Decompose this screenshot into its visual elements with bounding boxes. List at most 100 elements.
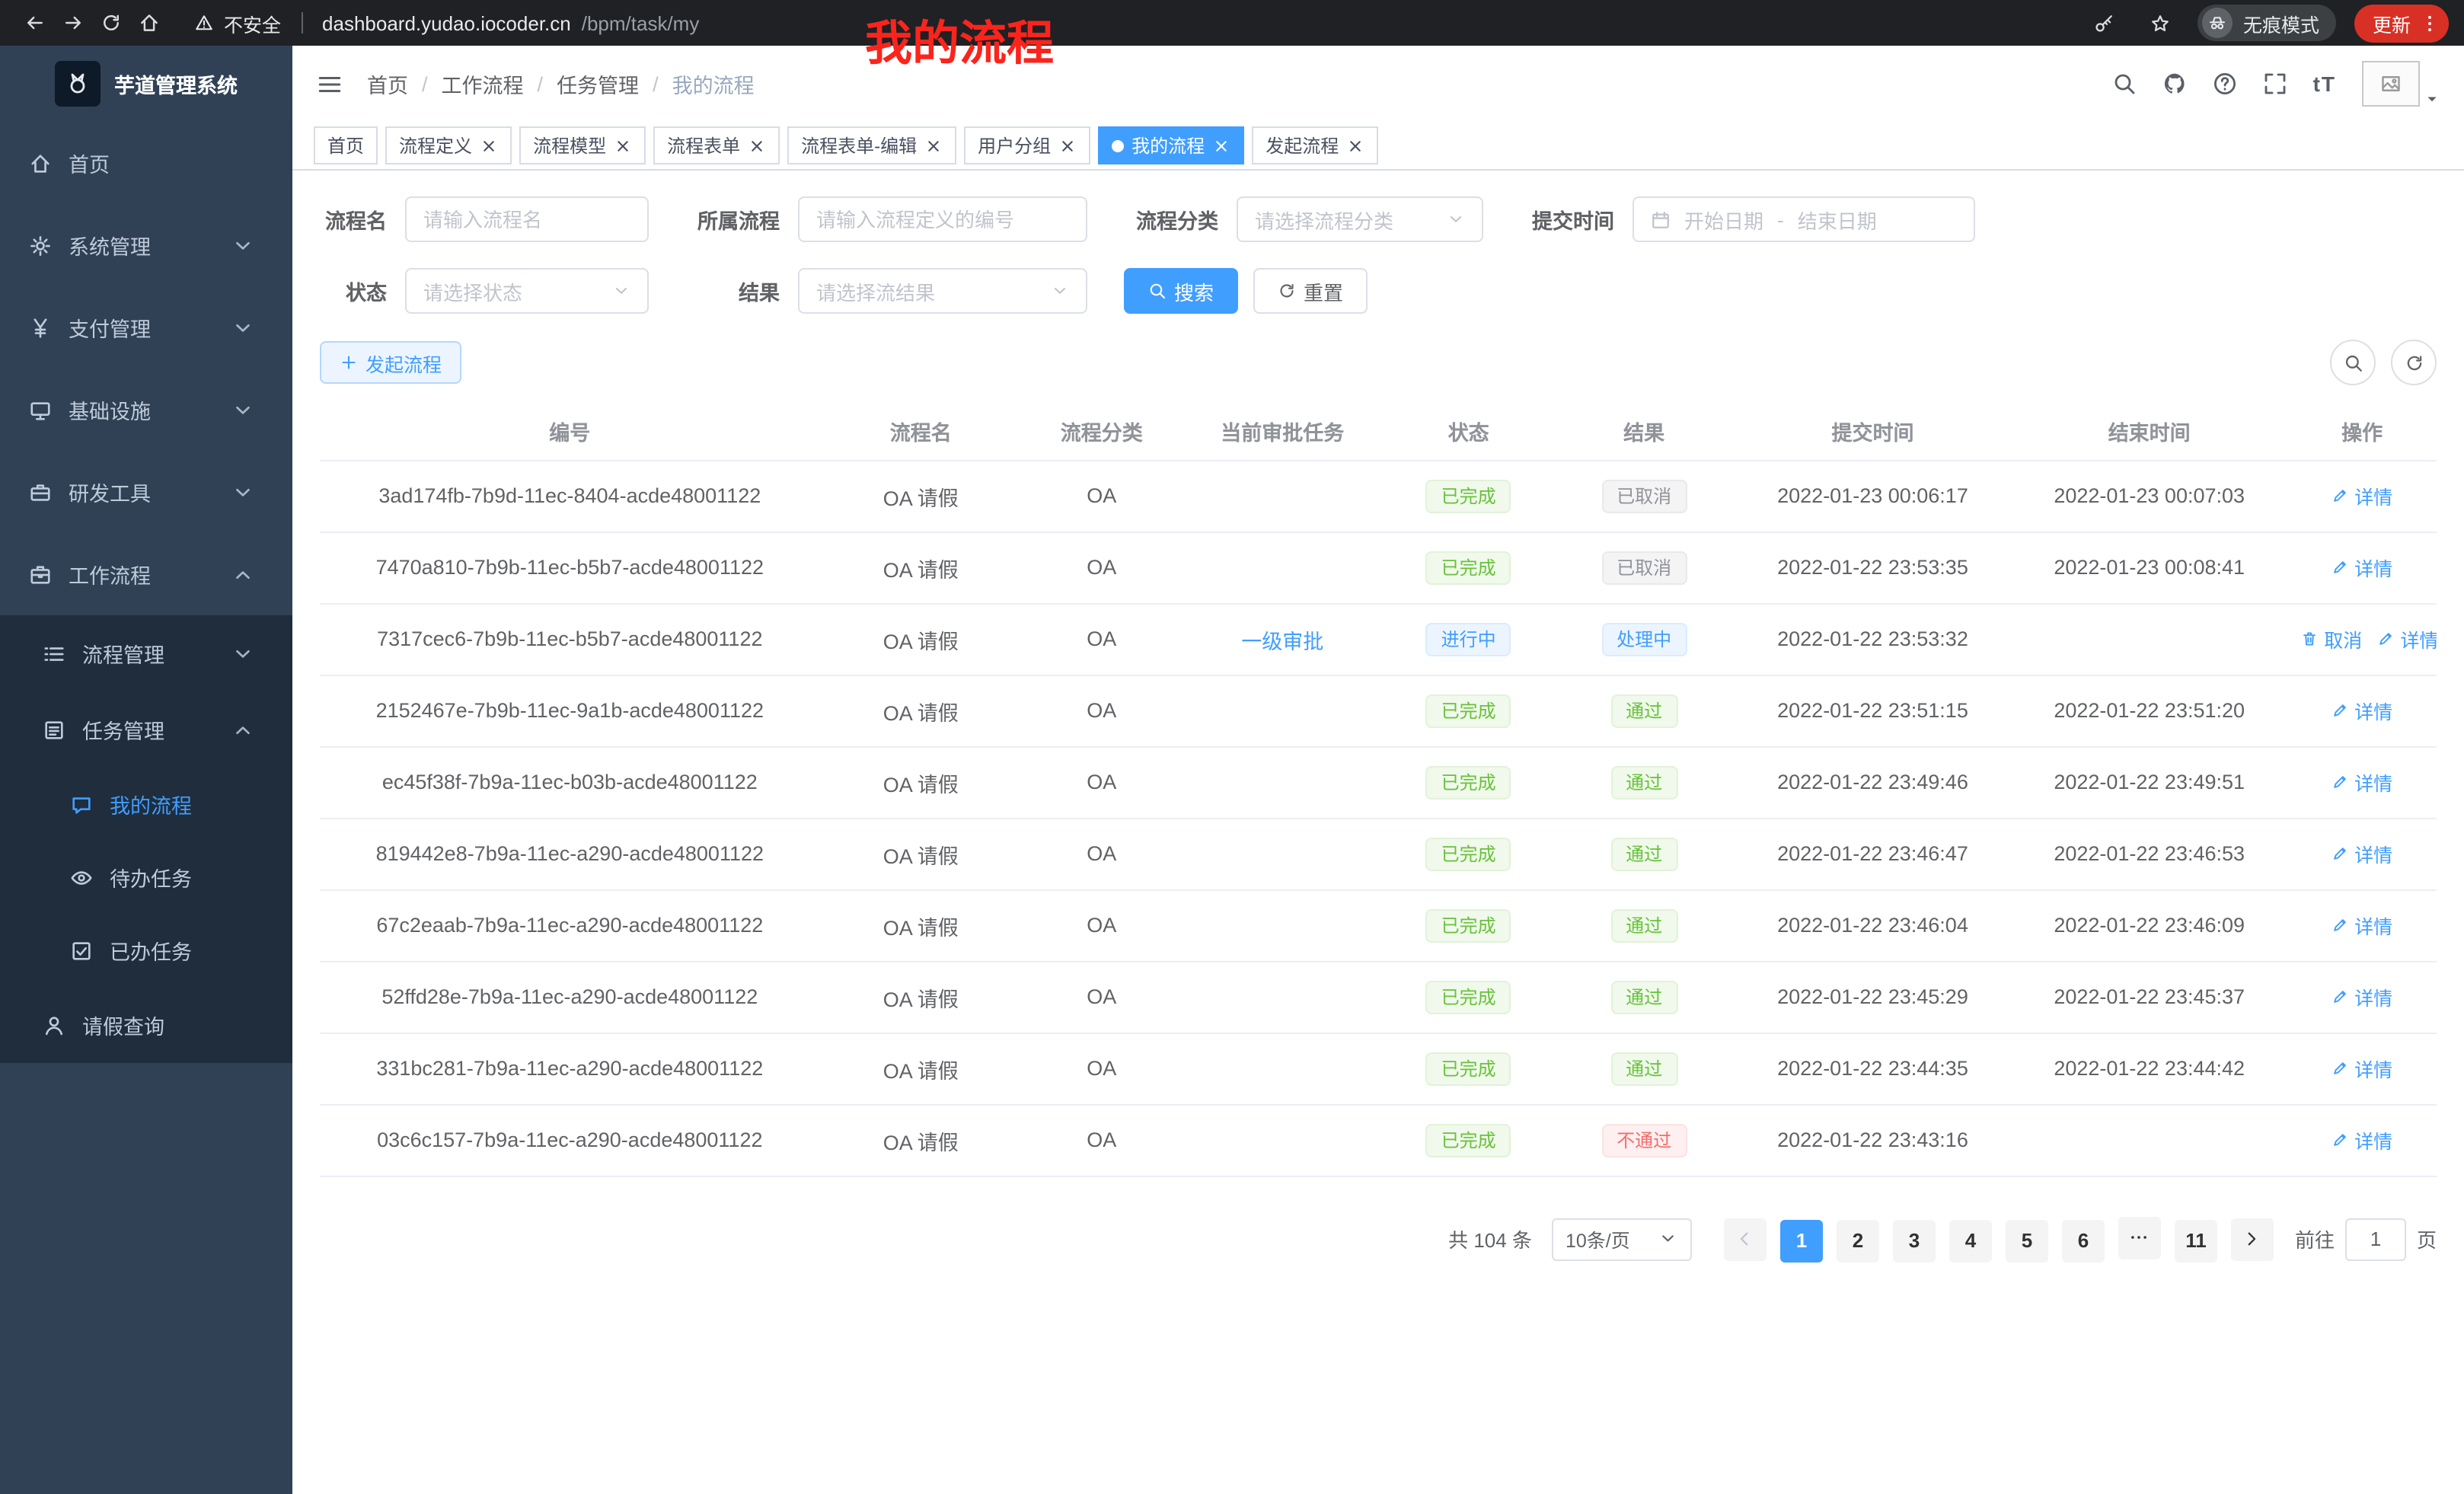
sidebar-item-process-mgmt[interactable]: 流程管理 <box>0 615 292 691</box>
status-badge: 已完成 <box>1426 837 1511 870</box>
status-select[interactable]: 请选择状态 <box>405 268 649 314</box>
current-task-cell: 一级审批 <box>1182 603 1384 675</box>
tab-start-process[interactable]: 发起流程 <box>1252 126 1378 164</box>
status-badge: 已完成 <box>1426 1123 1511 1157</box>
sidebar-item-leave-query[interactable]: 请假查询 <box>0 987 292 1063</box>
prev-page-button[interactable] <box>1724 1218 1767 1260</box>
browser-reload-icon[interactable] <box>91 4 129 42</box>
sidebar-item-task-mgmt[interactable]: 任务管理 <box>0 691 292 768</box>
tab-label: 首页 <box>327 132 364 158</box>
address-bar[interactable]: 不安全 dashboard.yudao.iocoder.cn/bpm/task/… <box>195 8 699 37</box>
process-name-cell: OA 请假 <box>820 460 1022 532</box>
bookmark-star-icon[interactable] <box>2141 4 2179 42</box>
search-button[interactable]: 搜索 <box>1124 268 1238 314</box>
process-name-cell: OA 请假 <box>820 818 1022 889</box>
tab-user-group[interactable]: 用户分组 <box>964 126 1090 164</box>
sidebar-item-home[interactable]: 首页 <box>0 122 292 204</box>
status-badge: 已完成 <box>1426 551 1511 584</box>
page-2-button[interactable]: 2 <box>1837 1219 1879 1262</box>
end-time-cell: 2022-01-22 23:51:20 <box>2011 675 2287 746</box>
detail-action-link[interactable]: 详情 <box>2332 768 2392 796</box>
sidebar-toggle-icon[interactable] <box>317 71 343 97</box>
sidebar-item-todo-tasks[interactable]: 待办任务 <box>0 841 292 914</box>
tab-process-form[interactable]: 流程表单 <box>653 126 780 164</box>
process-name-input[interactable] <box>405 196 649 242</box>
goto-page-input[interactable] <box>2345 1218 2406 1260</box>
detail-action-link[interactable]: 详情 <box>2332 553 2392 582</box>
sidebar-item-done-tasks[interactable]: 已办任务 <box>0 914 292 987</box>
page-3-button[interactable]: 3 <box>1893 1219 1936 1262</box>
actions-cell: 详情 <box>2287 746 2437 818</box>
top-navbar: 首页/工作流程/任务管理/我的流程 tT <box>292 46 2464 122</box>
breadcrumb-item[interactable]: 任务管理 <box>557 69 639 99</box>
refresh-table-button[interactable] <box>2391 340 2437 385</box>
sidebar-menu: 首页系统管理支付管理基础设施研发工具工作流程流程管理任务管理我的流程待办任务已办… <box>0 122 292 1063</box>
category-select[interactable]: 请选择流程分类 <box>1237 196 1483 242</box>
result-select[interactable]: 请选择流结果 <box>798 268 1087 314</box>
result-label: 结果 <box>685 276 780 306</box>
header-search-icon[interactable] <box>2112 72 2137 96</box>
help-icon[interactable] <box>2213 72 2237 96</box>
tab-home[interactable]: 首页 <box>314 126 378 164</box>
process-id-cell: 2152467e-7b9b-11ec-9a1b-acde48001122 <box>320 675 820 746</box>
tab-my-process[interactable]: 我的流程 <box>1098 126 1244 164</box>
current-task-link[interactable]: 一级审批 <box>1241 624 1323 654</box>
current-task-cell <box>1182 460 1384 532</box>
tab-process-form-edit[interactable]: 流程表单-编辑 <box>787 126 956 164</box>
page-4-button[interactable]: 4 <box>1949 1219 1992 1262</box>
app-logo[interactable]: 芋道管理系统 <box>0 46 292 122</box>
process-definition-input[interactable] <box>798 196 1087 242</box>
current-task-cell <box>1182 746 1384 818</box>
breadcrumb-item[interactable]: 首页 <box>367 69 408 99</box>
page-6-button[interactable]: 6 <box>2062 1219 2105 1262</box>
github-icon[interactable] <box>2162 72 2187 96</box>
page-size-select[interactable]: 10条/页 <box>1552 1218 1692 1260</box>
start-process-button[interactable]: 发起流程 <box>320 341 461 384</box>
detail-action-link[interactable]: 详情 <box>2332 911 2392 940</box>
page-5-button[interactable]: 5 <box>2006 1219 2048 1262</box>
page-1-button[interactable]: 1 <box>1780 1219 1823 1262</box>
incognito-profile-chip[interactable]: 无痕模式 <box>2197 5 2336 41</box>
password-key-icon[interactable] <box>2085 4 2123 42</box>
fullscreen-icon[interactable] <box>2263 72 2287 96</box>
detail-action-link[interactable]: 详情 <box>2377 624 2437 653</box>
sidebar-item-payment-mgmt[interactable]: 支付管理 <box>0 286 292 369</box>
font-size-icon[interactable]: tT <box>2313 72 2336 96</box>
breadcrumb-item[interactable]: 工作流程 <box>442 69 524 99</box>
cancel-action-link[interactable]: 取消 <box>2301 624 2362 653</box>
more-pages-button[interactable] <box>2118 1216 2161 1259</box>
status-badge: 已完成 <box>1426 1052 1511 1085</box>
detail-action-link[interactable]: 详情 <box>2332 1054 2392 1083</box>
reset-button-label: 重置 <box>1304 276 1343 305</box>
process-name-cell: OA 请假 <box>820 1104 1022 1176</box>
reset-button[interactable]: 重置 <box>1253 268 1368 314</box>
tab-process-model[interactable]: 流程模型 <box>519 126 646 164</box>
next-page-button[interactable] <box>2231 1218 2274 1260</box>
detail-action-label: 详情 <box>2354 768 2392 796</box>
end-time-cell: 2022-01-23 00:07:03 <box>2011 460 2287 532</box>
browser-back-icon[interactable] <box>15 4 53 42</box>
end-time-cell <box>2011 603 2287 675</box>
sidebar-item-workflow[interactable]: 工作流程 <box>0 533 292 615</box>
browser-menu-icon[interactable] <box>2420 13 2440 33</box>
browser-home-icon[interactable] <box>129 4 168 42</box>
sidebar-item-dev-tools[interactable]: 研发工具 <box>0 451 292 533</box>
browser-forward-icon[interactable] <box>53 4 91 42</box>
detail-icon <box>2332 559 2348 576</box>
date-range-picker[interactable]: 开始日期 - 结束日期 <box>1633 196 1975 242</box>
sidebar-item-infrastructure[interactable]: 基础设施 <box>0 369 292 451</box>
detail-action-link[interactable]: 详情 <box>2332 982 2392 1011</box>
status-cell: 已完成 <box>1384 675 1554 746</box>
detail-action-link[interactable]: 详情 <box>2332 839 2392 868</box>
sidebar-item-system-mgmt[interactable]: 系统管理 <box>0 204 292 286</box>
page-11-button[interactable]: 11 <box>2175 1219 2217 1262</box>
user-avatar[interactable] <box>2362 61 2440 107</box>
toggle-search-button[interactable] <box>2330 340 2376 385</box>
detail-action-link[interactable]: 详情 <box>2332 481 2392 510</box>
avatar-caret-icon <box>2424 91 2440 107</box>
detail-action-link[interactable]: 详情 <box>2332 1125 2392 1154</box>
detail-action-link[interactable]: 详情 <box>2332 696 2392 725</box>
tab-process-definition[interactable]: 流程定义 <box>385 126 512 164</box>
sidebar-item-my-process[interactable]: 我的流程 <box>0 768 292 841</box>
browser-update-button[interactable]: 更新 <box>2354 4 2449 42</box>
